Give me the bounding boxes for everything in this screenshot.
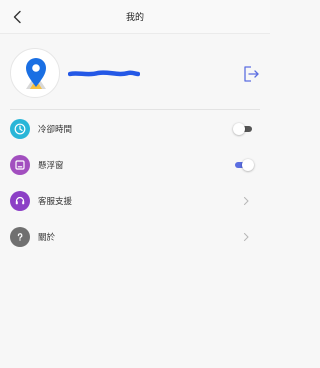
question-icon: [10, 227, 30, 247]
page-title: 我的: [125, 13, 144, 23]
cooldown-toggle[interactable]: [233, 123, 254, 135]
menu-item-label: 客服支援: [38, 197, 73, 207]
section-divider: [10, 109, 260, 110]
menu-item-label: 懸浮窗: [38, 161, 64, 171]
headset-icon: [10, 191, 30, 211]
map-pin-icon: [26, 58, 46, 89]
toggle-knob: [233, 123, 245, 135]
toggle-knob: [242, 159, 254, 171]
floating-window-icon: [10, 155, 30, 175]
menu-item-cooldown: 冷卻時間: [0, 111, 270, 147]
redacted-username-scribble: [68, 70, 140, 77]
menu-item-label: 冷卻時間: [38, 125, 73, 135]
menu-item-floating-window: 懸浮窗: [0, 147, 270, 183]
chevron-right-icon: [243, 232, 249, 242]
logout-button[interactable]: [241, 64, 261, 84]
logout-icon: [244, 66, 259, 82]
floating-window-toggle[interactable]: [233, 159, 254, 171]
chevron-right-icon: [243, 196, 249, 206]
avatar[interactable]: [10, 48, 60, 98]
menu-item-label: 關於: [38, 233, 56, 243]
clock-icon: [10, 119, 30, 139]
menu-item-customer-support[interactable]: 客服支援: [0, 183, 270, 219]
top-bar: 我的: [0, 0, 270, 34]
menu-item-about[interactable]: 關於: [0, 219, 270, 255]
profile-section: [0, 34, 270, 110]
